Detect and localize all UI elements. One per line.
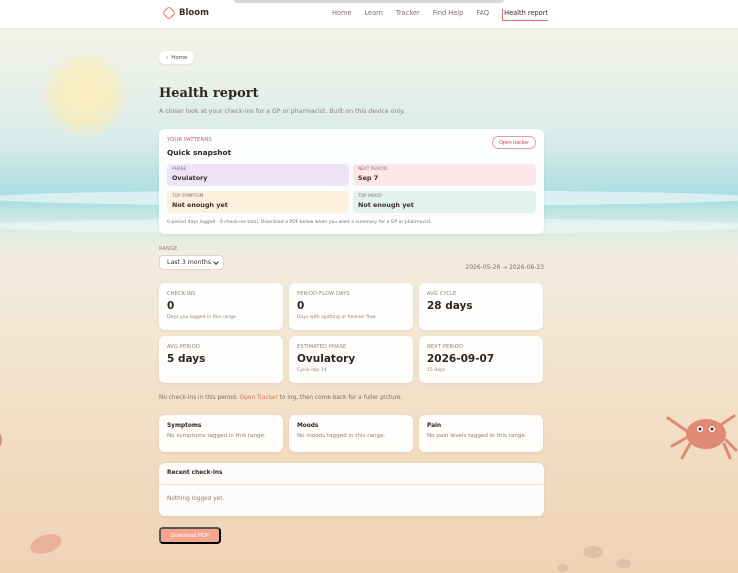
- recent-check-ins-card: Recent check-ins Nothing logged yet.: [159, 463, 544, 516]
- chevron-down-icon: [213, 258, 219, 265]
- moods-title: Moods: [297, 423, 319, 429]
- breadcrumb-label: Home: [171, 54, 188, 61]
- pain-card: Pain No pain levels tagged in this range…: [419, 415, 543, 452]
- stat-note: Cycle day 14: [297, 368, 327, 373]
- open-tracker-button[interactable]: Open tracker: [492, 136, 536, 149]
- snapshot-footnote: 0 period days logged · 0 check-ins total…: [167, 220, 432, 225]
- recent-empty-text: Nothing logged yet.: [167, 496, 225, 502]
- no-check-ins-notice: No check-ins in this period. Open Tracke…: [159, 395, 402, 401]
- stat-card-estimated-phase: Estimated phase Ovulatory Cycle day 14: [289, 336, 413, 383]
- moods-card: Moods No moods tagged in this range.: [289, 415, 413, 452]
- pebble-decoration: [557, 564, 568, 572]
- next-period-value: Sep 7: [358, 174, 379, 182]
- divider: [159, 484, 544, 485]
- date-range-text: 2026-05-26 → 2026-08-23: [465, 264, 544, 271]
- top-navigation-bar: Bloom Home Learn Tracker Find Help FAQ H…: [0, 0, 738, 29]
- breadcrumb-back-home[interactable]: ‹ Home: [159, 51, 195, 64]
- crab-decoration-icon: [666, 414, 738, 460]
- top-mood-tile: Top mood Not enough yet: [353, 191, 536, 213]
- stat-card-next-period: Next period 2026-09-07 15 days: [419, 336, 543, 383]
- background-sun: [40, 50, 130, 140]
- nav-home[interactable]: Home: [332, 9, 351, 21]
- stat-card-period-flow-days: Period-flow days 0 Days with spotting or…: [289, 283, 413, 330]
- top-symptom-label: Top symptom: [172, 194, 204, 199]
- stat-label: Period-flow days: [297, 291, 350, 297]
- stat-label: Next period: [427, 344, 463, 350]
- open-tracker-link[interactable]: Open Tracker: [240, 395, 278, 401]
- nav-health-report[interactable]: Health report: [502, 9, 548, 21]
- symptoms-card: Symptoms No symptoms tagged in this rang…: [159, 415, 283, 452]
- notice-text-after: to log, then come back for a fuller pict…: [279, 395, 403, 401]
- nav-faq[interactable]: FAQ: [476, 9, 489, 21]
- main-nav: Home Learn Tracker Find Help FAQ Health …: [332, 9, 548, 21]
- notice-text-before: No check-ins in this period.: [159, 395, 238, 401]
- recent-check-ins-title: Recent check-ins: [167, 470, 223, 476]
- chevron-left-icon: ‹: [166, 54, 169, 61]
- quick-snapshot-card: YOUR PATTERNS Quick snapshot Open tracke…: [159, 129, 544, 234]
- nav-tracker[interactable]: Tracker: [396, 9, 420, 21]
- pebble-decoration: [583, 546, 603, 558]
- phase-value: Ovulatory: [172, 174, 208, 182]
- stat-value: Ovulatory: [297, 353, 356, 365]
- stat-label: Avg period: [167, 344, 200, 350]
- pain-title: Pain: [427, 423, 442, 429]
- stat-note: 15 days: [427, 368, 446, 373]
- stat-label: Check-ins: [167, 291, 196, 297]
- range-label: RANGE: [159, 246, 178, 252]
- nav-find-help[interactable]: Find Help: [433, 9, 464, 21]
- moods-empty-text: No moods tagged in this range.: [297, 433, 386, 439]
- stat-value: 5 days: [167, 353, 206, 365]
- snapshot-title: Quick snapshot: [167, 148, 232, 157]
- range-selected-value: Last 3 months: [167, 259, 212, 266]
- symptoms-empty-text: No symptoms tagged in this range.: [167, 433, 266, 439]
- brand-name: Bloom: [179, 8, 209, 18]
- stat-value: 28 days: [427, 300, 473, 312]
- stat-card-avg-period: Avg period 5 days: [159, 336, 283, 383]
- phase-label: Phase: [172, 167, 187, 172]
- page-subtitle: A closer look at your check-ins for a GP…: [159, 108, 405, 115]
- stat-value: 2026-09-07: [427, 353, 495, 365]
- top-symptom-tile: Top symptom Not enough yet: [167, 191, 349, 213]
- top-mood-label: Top mood: [358, 194, 382, 199]
- starfish-decoration-icon: [0, 432, 2, 448]
- snapshot-kicker: YOUR PATTERNS: [167, 137, 212, 143]
- download-pdf-button[interactable]: Download PDF: [159, 527, 221, 544]
- next-period-tile: Next period Sep 7: [353, 164, 536, 186]
- stat-note: Days with spotting or heavier flow: [297, 315, 376, 320]
- flower-icon: [161, 5, 177, 21]
- range-select[interactable]: Last 3 months: [159, 255, 224, 270]
- top-mood-value: Not enough yet: [358, 201, 414, 209]
- stat-note: Days you logged in this range: [167, 315, 236, 320]
- stat-value: 0: [297, 300, 305, 312]
- nav-learn[interactable]: Learn: [364, 9, 382, 21]
- next-period-label: Next period: [358, 167, 388, 172]
- window-handle: [234, 0, 504, 3]
- stat-label: Estimated phase: [297, 344, 347, 350]
- stat-card-avg-cycle: Avg cycle 28 days: [419, 283, 543, 330]
- page-title: Health report: [159, 86, 259, 101]
- pain-empty-text: No pain levels tagged in this range.: [427, 433, 527, 439]
- phase-tile: Phase Ovulatory: [167, 164, 349, 186]
- stat-card-check-ins: Check-ins 0 Days you logged in this rang…: [159, 283, 283, 330]
- symptoms-title: Symptoms: [167, 423, 202, 429]
- brand-logo[interactable]: Bloom: [161, 5, 209, 21]
- pebble-decoration: [616, 559, 631, 568]
- stat-label: Avg cycle: [427, 291, 457, 297]
- shell-decoration-icon: [28, 530, 64, 558]
- top-symptom-value: Not enough yet: [172, 201, 228, 209]
- stat-value: 0: [167, 300, 175, 312]
